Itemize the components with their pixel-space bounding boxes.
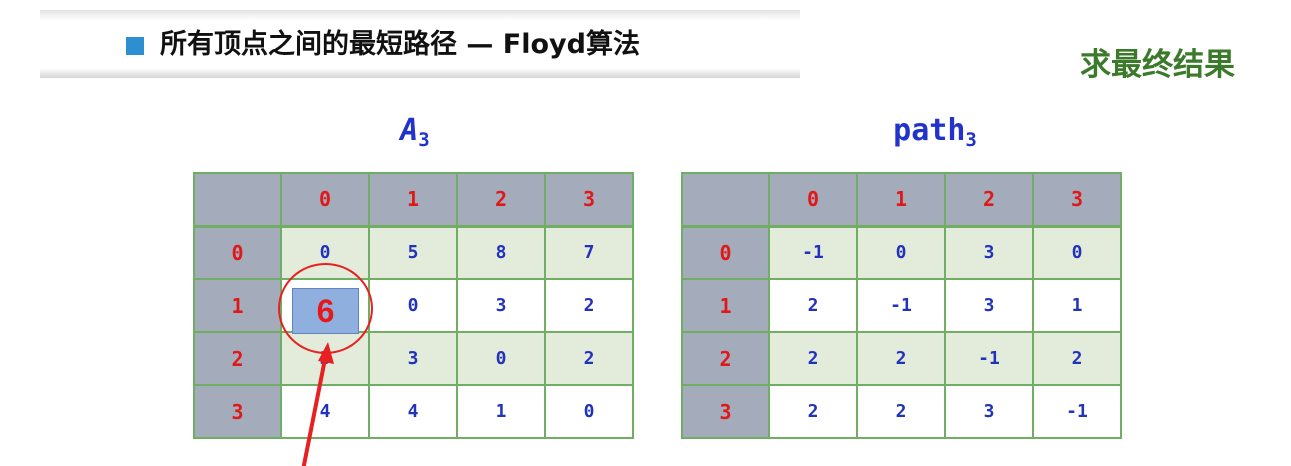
table-row: 2 3 3 0 2	[193, 331, 634, 386]
matrix-cell: 1	[1032, 278, 1122, 333]
path-matrix-title-main: path	[893, 113, 966, 148]
matrix-cell: 3	[368, 331, 458, 386]
distance-matrix-title-main: A	[400, 113, 419, 148]
matrix-cell: 2	[544, 278, 634, 333]
column-header: 0	[768, 172, 858, 228]
page-title: 所有顶点之间的最短路径 — Floyd算法	[160, 29, 640, 60]
matrix-cell: -1	[768, 225, 858, 280]
table-row: 0 -1 0 3 0	[681, 225, 1122, 280]
matrix-cell: 3	[944, 384, 1034, 439]
matrix-cell: -1	[1032, 384, 1122, 439]
arrow-shaft	[301, 353, 328, 466]
matrix-cell: 2	[1032, 331, 1122, 386]
distance-matrix-title-subscript: 3	[418, 129, 430, 151]
matrix-cell: 2	[856, 384, 946, 439]
row-header: 3	[193, 384, 282, 439]
matrix-cell: 2	[544, 331, 634, 386]
row-header: 0	[681, 225, 770, 280]
table-row: 3 4 4 1 0	[193, 384, 634, 439]
table-row: 1 0 3 2	[193, 278, 634, 333]
matrix-cell: 2	[856, 331, 946, 386]
distance-matrix-title: A3	[280, 113, 550, 153]
column-header: 0	[280, 172, 370, 228]
path-matrix-title: path3	[800, 113, 1070, 153]
title-bullet-square	[126, 37, 144, 55]
column-header: 2	[944, 172, 1034, 228]
corner-cell	[193, 172, 282, 228]
column-header: 1	[368, 172, 458, 228]
column-header: 1	[856, 172, 946, 228]
row-header: 1	[193, 278, 282, 333]
annotation-arrow-icon	[301, 342, 334, 466]
matrix-cell: 4	[368, 384, 458, 439]
matrix-cell: 3	[944, 225, 1034, 280]
matrix-cell: 0	[1032, 225, 1122, 280]
table-row: 0 0 5 8 7	[193, 225, 634, 280]
row-header: 1	[681, 278, 770, 333]
column-header: 3	[1032, 172, 1122, 228]
result-title: 求最终结果	[1080, 47, 1235, 83]
arrow-head	[318, 342, 334, 364]
matrix-cell: 0	[856, 225, 946, 280]
column-header: 3	[544, 172, 634, 228]
matrix-cell: 0	[368, 278, 458, 333]
matrix-cell: 0	[456, 331, 546, 386]
row-header: 3	[681, 384, 770, 439]
distance-matrix-table: 0 1 2 3 0 0 5 8 7 1 0 3 2 2 3 3 0 2 3 4 …	[193, 172, 634, 439]
matrix-cell: 3	[456, 278, 546, 333]
table-row: 2 2 2 -1 2	[681, 331, 1122, 386]
matrix-cell: -1	[856, 278, 946, 333]
row-header: 2	[681, 331, 770, 386]
corner-cell	[681, 172, 770, 228]
matrix-cell: 5	[368, 225, 458, 280]
matrix-cell: 2	[768, 384, 858, 439]
header-row: 0 1 2 3	[193, 172, 634, 228]
matrix-cell: 3	[944, 278, 1034, 333]
table-row: 1 2 -1 3 1	[681, 278, 1122, 333]
matrix-cell: 7	[544, 225, 634, 280]
path-matrix-table: 0 1 2 3 0 -1 0 3 0 1 2 -1 3 1 2 2 2 -1 2…	[681, 172, 1122, 439]
path-matrix-title-subscript: 3	[965, 129, 977, 151]
matrix-cell: 1	[456, 384, 546, 439]
row-header: 2	[193, 331, 282, 386]
matrix-cell: 0	[544, 384, 634, 439]
column-header: 2	[456, 172, 546, 228]
header-row: 0 1 2 3	[681, 172, 1122, 228]
matrix-cell: 2	[768, 331, 858, 386]
matrix-cell: -1	[944, 331, 1034, 386]
matrix-cell: 2	[768, 278, 858, 333]
matrix-cell: 8	[456, 225, 546, 280]
row-header: 0	[193, 225, 282, 280]
table-row: 3 2 2 3 -1	[681, 384, 1122, 439]
